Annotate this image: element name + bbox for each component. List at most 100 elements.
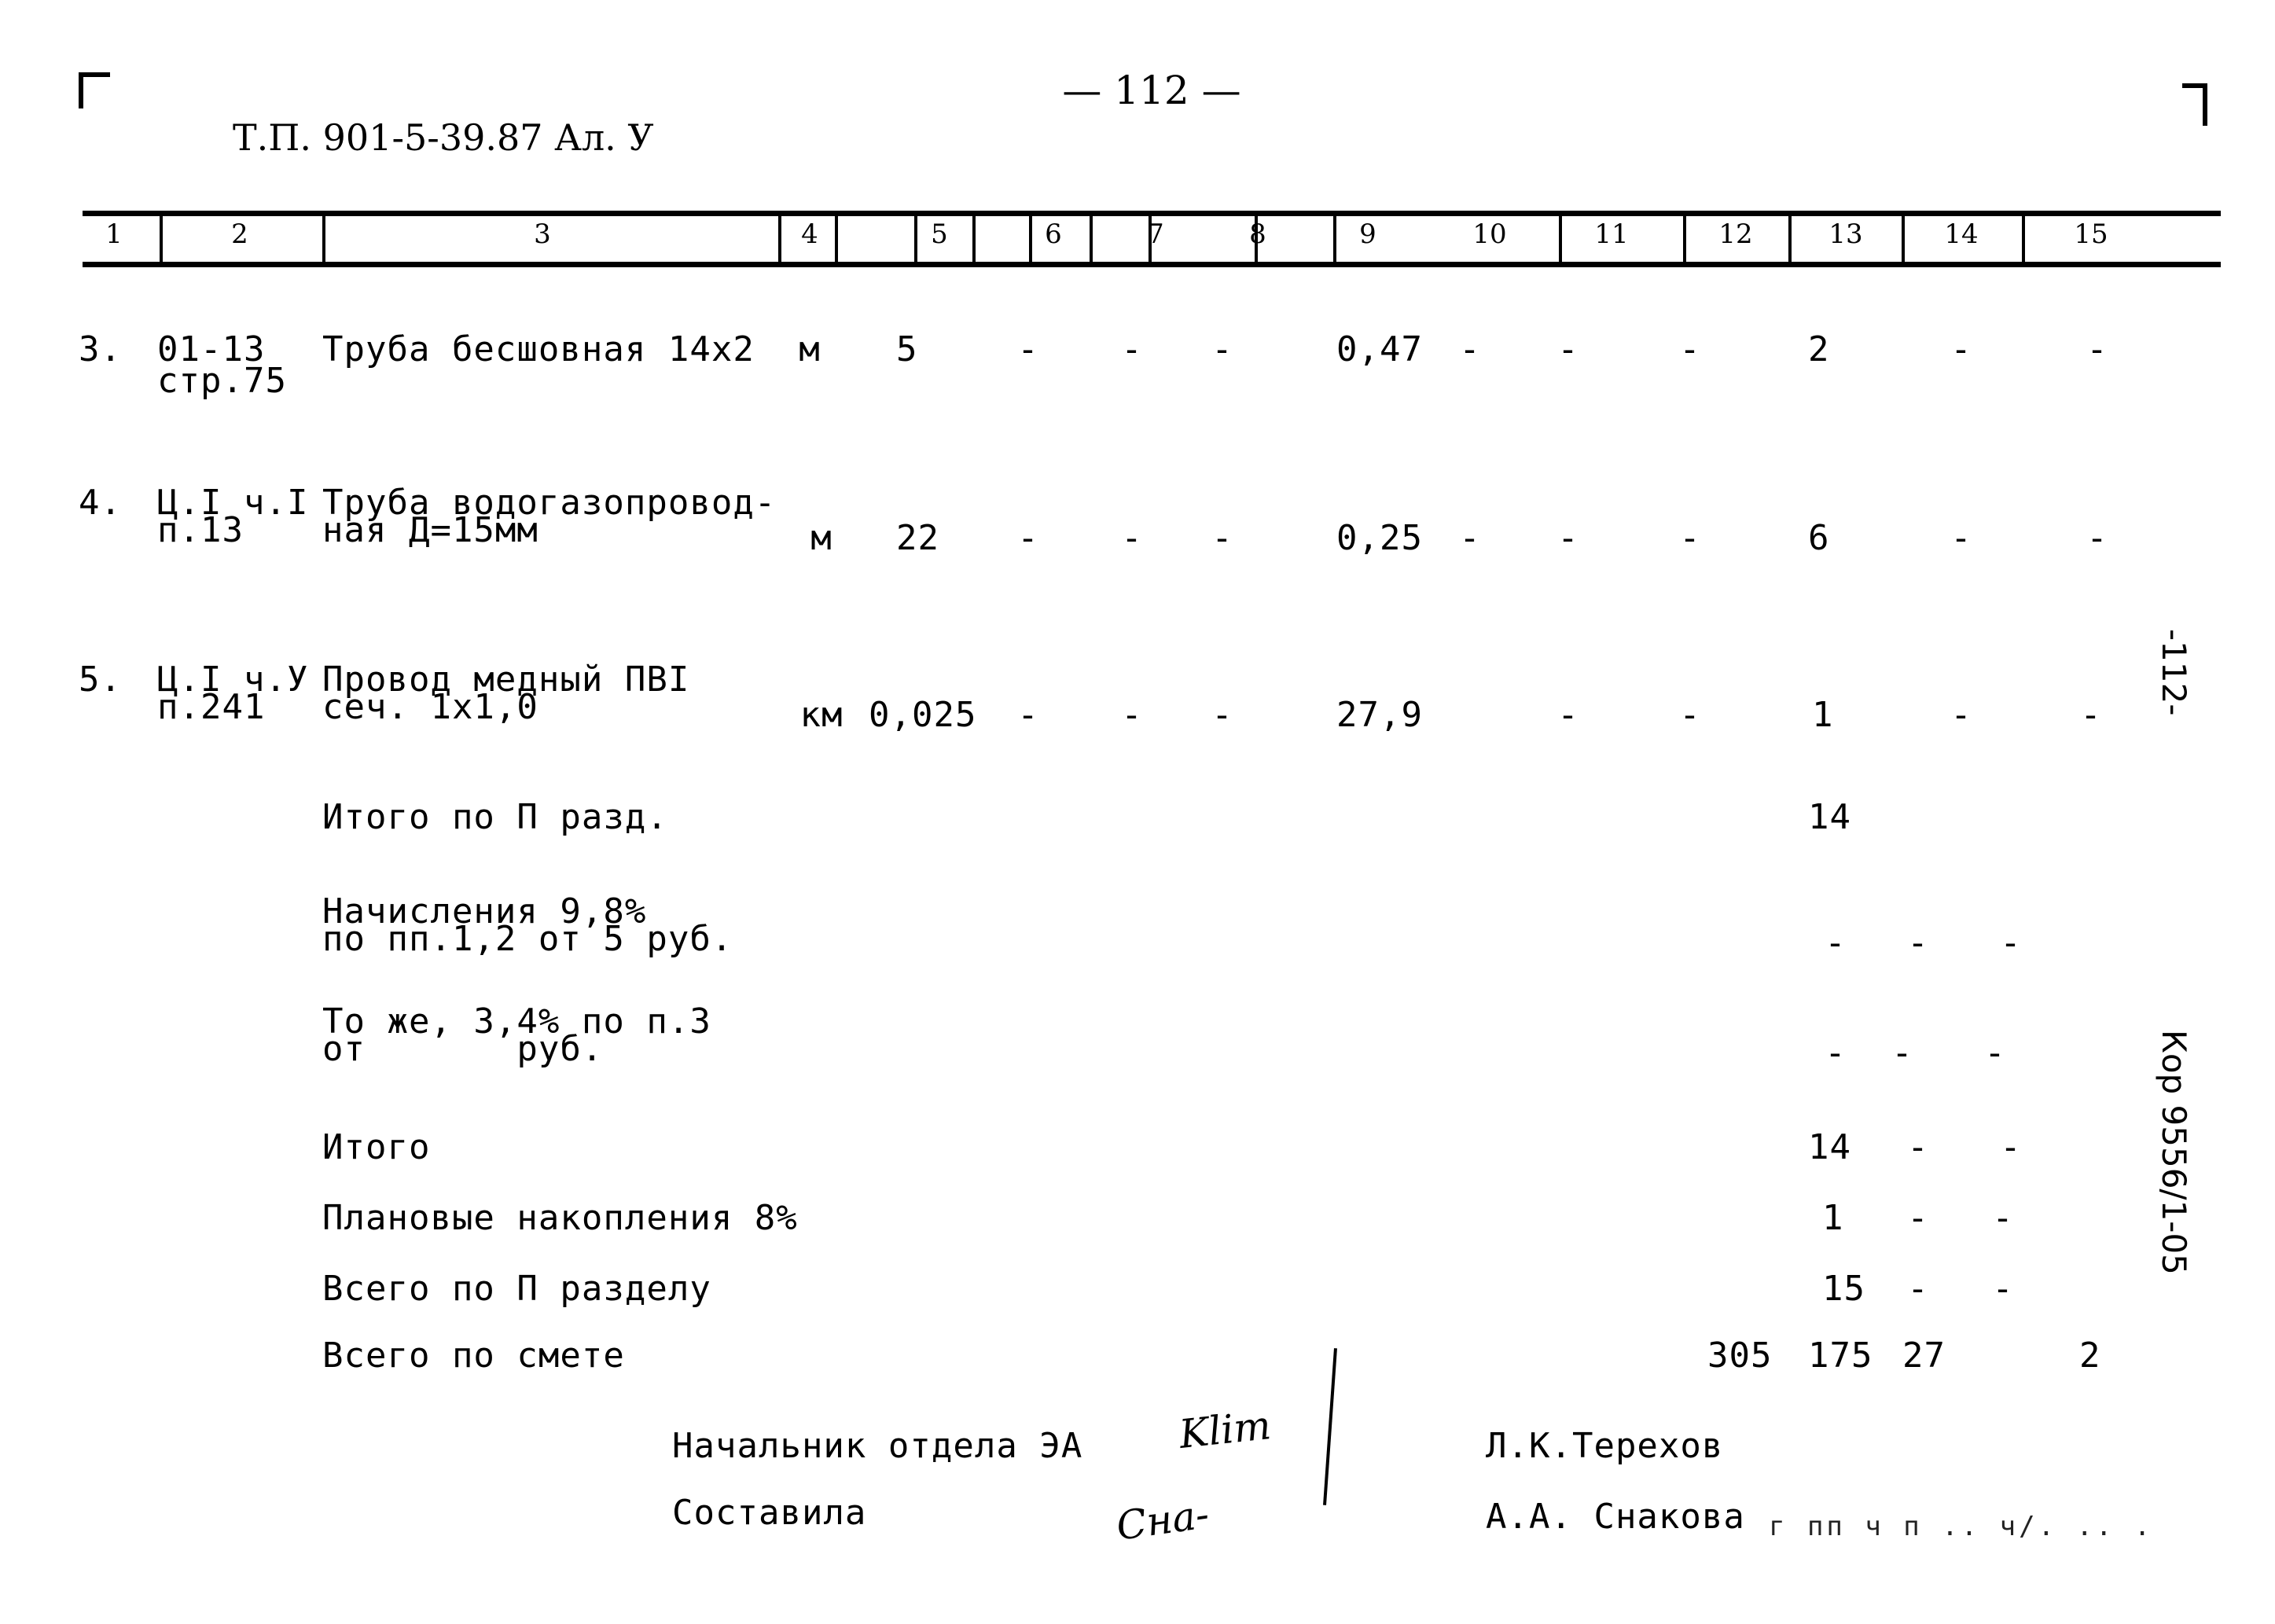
summary-label: Всего по П разделу bbox=[322, 1269, 711, 1309]
row-quantity: 22 bbox=[896, 518, 939, 558]
cell-col6: - bbox=[1017, 695, 1039, 735]
cell-col14: - bbox=[1950, 329, 1972, 369]
corner-mark-top-left bbox=[79, 72, 110, 108]
cell-col11: - bbox=[1557, 329, 1579, 369]
compiler-handwritten-signature: Сна- bbox=[1113, 1491, 1212, 1549]
faded-scan-text: г пп ч п .. ч/. .. . bbox=[1769, 1511, 2154, 1542]
row-number: 3. bbox=[79, 329, 122, 369]
column-number: 2 bbox=[231, 219, 248, 250]
row-quantity: 5 bbox=[896, 329, 918, 369]
cell-col7: - bbox=[1121, 695, 1143, 735]
margin-page-marker: -112- bbox=[2155, 629, 2193, 716]
cell-col13: 6 bbox=[1808, 518, 1830, 558]
cell-col10: - bbox=[1459, 329, 1481, 369]
column-divider bbox=[1683, 214, 1686, 264]
head-handwritten-signature: Klim bbox=[1177, 1402, 1273, 1457]
column-divider bbox=[1090, 214, 1093, 264]
table-header-top-rule bbox=[83, 211, 2221, 216]
compiler-name: А.А. Снакова bbox=[1486, 1497, 1745, 1537]
cell-col15: - bbox=[2080, 695, 2102, 735]
column-number: 14 bbox=[1944, 219, 1979, 250]
summary-col15: - bbox=[1984, 1033, 2006, 1073]
cell-col13: 2 bbox=[1808, 329, 1830, 369]
cell-col11: - bbox=[1557, 695, 1579, 735]
column-number: 12 bbox=[1718, 219, 1753, 250]
summary-label: Плановые накопления 8% bbox=[322, 1198, 798, 1238]
column-number: 3 bbox=[534, 219, 551, 250]
summary-col14: - bbox=[1907, 1127, 1929, 1167]
row-unit: км bbox=[799, 695, 843, 735]
column-divider bbox=[914, 214, 917, 264]
row-number: 5. bbox=[79, 660, 122, 700]
row-description-line2: ная Д=15мм bbox=[322, 510, 538, 550]
column-divider bbox=[1788, 214, 1792, 264]
column-number: 9 bbox=[1359, 219, 1376, 250]
summary-label: Всего по смете bbox=[322, 1336, 625, 1376]
column-divider bbox=[972, 214, 976, 264]
column-number: 1 bbox=[105, 219, 123, 250]
cell-col9: 27,9 bbox=[1336, 695, 1423, 735]
cell-col12: - bbox=[1679, 695, 1701, 735]
column-number: 6 bbox=[1045, 219, 1062, 250]
row-quantity: 0,025 bbox=[869, 695, 977, 735]
page-number: — 112 — bbox=[1062, 68, 1241, 113]
summary-col15: - bbox=[1992, 1269, 2014, 1309]
cell-col12: - bbox=[1679, 518, 1701, 558]
summary-col14: 27 bbox=[1902, 1336, 1946, 1376]
summary-label: Итого по П разд. bbox=[322, 797, 668, 837]
column-divider bbox=[835, 214, 838, 264]
column-number: 8 bbox=[1249, 219, 1266, 250]
summary-col14: - bbox=[1907, 923, 1929, 963]
column-number: 7 bbox=[1147, 219, 1164, 250]
column-divider bbox=[160, 214, 163, 264]
cell-col8: - bbox=[1211, 518, 1233, 558]
cell-col9: 0,25 bbox=[1336, 518, 1423, 558]
row-reference-line2: п.241 bbox=[157, 687, 266, 727]
row-unit: м bbox=[810, 518, 832, 558]
column-number: 5 bbox=[931, 219, 948, 250]
summary-col14: - bbox=[1891, 1033, 1913, 1073]
column-number: 10 bbox=[1472, 219, 1507, 250]
column-number: 15 bbox=[2074, 219, 2108, 250]
row-reference-line2: п.13 bbox=[157, 510, 244, 550]
head-of-department-label: Начальник отдела ЭА bbox=[672, 1426, 1083, 1466]
compiler-label: Составила bbox=[672, 1493, 867, 1533]
column-divider bbox=[1559, 214, 1562, 264]
cell-col11: - bbox=[1557, 518, 1579, 558]
margin-archive-code: Кор 9556/1-05 bbox=[2155, 1030, 2193, 1275]
cell-col8: - bbox=[1211, 329, 1233, 369]
column-divider bbox=[1029, 214, 1032, 264]
summary-col13: - bbox=[1825, 923, 1847, 963]
row-description: Труба бесшовная 14х2 bbox=[322, 329, 755, 369]
cell-col13: 1 bbox=[1812, 695, 1834, 735]
row-reference-line2: стр.75 bbox=[157, 361, 287, 401]
summary-col15: - bbox=[1992, 1198, 2014, 1238]
cell-col12: - bbox=[1679, 329, 1701, 369]
summary-col14: - bbox=[1907, 1269, 1929, 1309]
summary-col15: - bbox=[2000, 923, 2022, 963]
row-unit: м bbox=[799, 329, 821, 369]
summary-col13: - bbox=[1825, 1033, 1847, 1073]
summary-col13: 15 bbox=[1822, 1269, 1865, 1309]
summary-label: Итого bbox=[322, 1127, 431, 1167]
summary-label-line2: от руб. bbox=[322, 1029, 604, 1069]
summary-col15: - bbox=[2000, 1127, 2022, 1167]
column-divider bbox=[778, 214, 781, 264]
summary-label-line2: по пп.1,2 от 5 руб. bbox=[322, 919, 733, 959]
column-number: 13 bbox=[1828, 219, 1863, 250]
cell-col15: - bbox=[2086, 518, 2108, 558]
cell-col15: - bbox=[2086, 329, 2108, 369]
corner-mark-top-right bbox=[2182, 83, 2207, 126]
summary-col14: - bbox=[1907, 1198, 1929, 1238]
cell-col6: - bbox=[1017, 329, 1039, 369]
column-divider bbox=[2022, 214, 2025, 264]
summary-col13: 14 bbox=[1808, 797, 1851, 837]
column-divider bbox=[1902, 214, 1905, 264]
column-number: 4 bbox=[801, 219, 818, 250]
head-name: Л.К.Терехов bbox=[1486, 1426, 1724, 1466]
row-number: 4. bbox=[79, 483, 122, 523]
row-description-line2: сеч. 1х1,0 bbox=[322, 687, 538, 727]
column-divider bbox=[1333, 214, 1336, 264]
column-divider bbox=[322, 214, 325, 264]
cell-col9: 0,47 bbox=[1336, 329, 1423, 369]
